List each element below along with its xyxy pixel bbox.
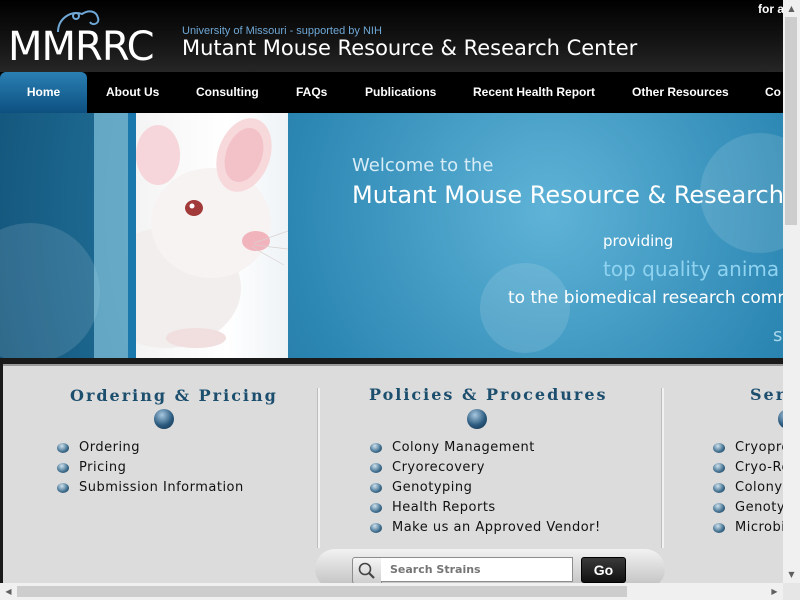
bullet-icon — [370, 463, 382, 473]
bullet-icon — [370, 443, 382, 453]
bullet-icon — [713, 523, 725, 533]
scroll-left-icon[interactable]: ◀ — [0, 583, 17, 600]
link-cryopreservation[interactable]: Cryopre — [735, 440, 783, 455]
content-clip: Ordering & Pricing Ordering Pricing Subm… — [0, 0, 783, 583]
section-title-ordering: Ordering & Pricing — [70, 386, 278, 405]
link-pricing[interactable]: Pricing — [79, 460, 126, 475]
scroll-right-icon[interactable]: ▶ — [766, 583, 783, 600]
column-divider — [661, 388, 664, 548]
go-button[interactable]: Go — [581, 557, 626, 583]
bullet-icon — [370, 523, 382, 533]
bullet-icon — [370, 503, 382, 513]
section-title-policies: Policies & Procedures — [369, 385, 608, 404]
link-ordering[interactable]: Ordering — [79, 440, 140, 455]
link-cryo-recovery[interactable]: Cryo-Re — [735, 460, 783, 475]
search-strains-input[interactable] — [381, 557, 573, 582]
link-genotyping-service[interactable]: Genoty — [735, 500, 783, 515]
bullet-icon — [713, 503, 725, 513]
scroll-up-icon[interactable]: ▲ — [783, 0, 800, 17]
scroll-down-icon[interactable]: ▼ — [783, 566, 800, 583]
bullet-icon — [57, 483, 69, 493]
link-colony[interactable]: Colony — [735, 480, 783, 495]
bullet-icon — [713, 443, 725, 453]
bullet-icon — [713, 463, 725, 473]
bullet-icon — [370, 483, 382, 493]
column-divider — [317, 388, 320, 548]
section-orb-icon — [467, 409, 487, 429]
horizontal-scroll-thumb[interactable] — [17, 586, 627, 597]
link-submission-information[interactable]: Submission Information — [79, 480, 244, 495]
bullet-icon — [713, 483, 725, 493]
link-colony-management[interactable]: Colony Management — [392, 440, 535, 455]
link-genotyping[interactable]: Genotyping — [392, 480, 472, 495]
link-microbiology[interactable]: Microbi — [735, 520, 783, 535]
section-title-services: Serv — [750, 385, 783, 404]
bullet-icon — [57, 443, 69, 453]
section-orb-icon — [154, 409, 174, 429]
scrollbar-corner — [783, 583, 800, 600]
link-approved-vendor[interactable]: Make us an Approved Vendor! — [392, 520, 601, 535]
vertical-scroll-thumb[interactable] — [785, 17, 797, 225]
link-health-reports[interactable]: Health Reports — [392, 500, 496, 515]
link-cryorecovery[interactable]: Cryorecovery — [392, 460, 485, 475]
bullet-icon — [57, 463, 69, 473]
search-icon[interactable] — [352, 557, 382, 583]
